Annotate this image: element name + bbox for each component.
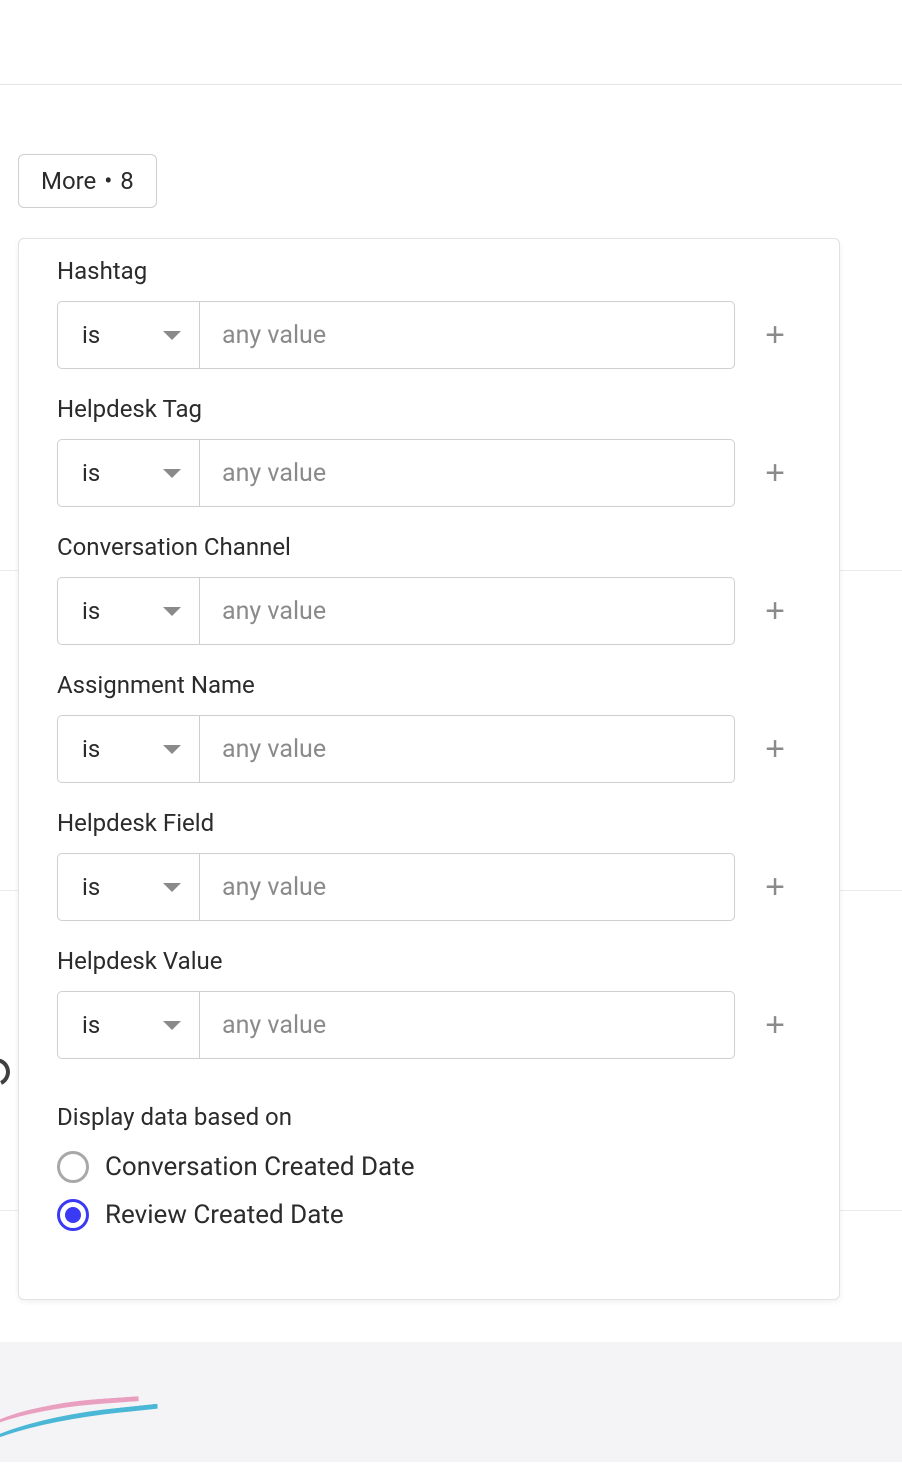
add-filter-button[interactable]: + [749,577,801,645]
chart-line-pink [0,1396,141,1444]
more-filters-button[interactable]: More • 8 [18,154,157,208]
filters-dropdown-panel: Hashtag is + Helpdesk Tag is + C [18,238,840,1300]
operator-select[interactable]: is [57,301,199,369]
operator-text: is [82,459,100,487]
filter-group-helpdesk-value: Helpdesk Value is + [57,947,801,1059]
filter-label: Hashtag [57,257,801,285]
filter-label: Assignment Name [57,671,801,699]
add-filter-button[interactable]: + [749,991,801,1059]
filter-label: Helpdesk Value [57,947,801,975]
filter-row: is + [57,301,801,369]
operator-select[interactable]: is [57,577,199,645]
operator-text: is [82,321,100,349]
chevron-down-icon [163,745,181,754]
more-label: More [41,167,96,195]
filter-row: is + [57,991,801,1059]
operator-select[interactable]: is [57,715,199,783]
chevron-down-icon [163,1021,181,1030]
radio-option-review-created-date[interactable]: Review Created Date [57,1199,801,1231]
operator-text: is [82,735,100,763]
chevron-down-icon [163,607,181,616]
chevron-down-icon [163,883,181,892]
filter-row: is + [57,439,801,507]
filter-label: Helpdesk Field [57,809,801,837]
radio-selected-dot-icon [65,1207,81,1223]
filter-value-input[interactable] [199,439,735,507]
plus-icon: + [765,1008,785,1042]
filter-row: is + [57,577,801,645]
add-filter-button[interactable]: + [749,439,801,507]
plus-icon: + [765,594,785,628]
radio-label: Review Created Date [105,1200,344,1230]
filter-value-input[interactable] [199,577,735,645]
top-divider [0,84,902,85]
plus-icon: + [765,456,785,490]
filter-group-hashtag: Hashtag is + [57,257,801,369]
operator-select[interactable]: is [57,853,199,921]
filter-row: is + [57,715,801,783]
radio-icon [57,1151,89,1183]
filter-value-input[interactable] [199,301,735,369]
filter-label: Helpdesk Tag [57,395,801,423]
chart-background [0,1342,902,1462]
plus-icon: + [765,732,785,766]
filter-group-helpdesk-tag: Helpdesk Tag is + [57,395,801,507]
filter-group-assignment-name: Assignment Name is + [57,671,801,783]
plus-icon: + [765,318,785,352]
more-separator: • [104,167,112,195]
operator-text: is [82,873,100,901]
display-data-based-on-section: Display data based on Conversation Creat… [57,1103,801,1231]
radio-icon [57,1199,89,1231]
chart-line-blue [0,1404,162,1464]
filter-value-input[interactable] [199,853,735,921]
operator-select[interactable]: is [57,991,199,1059]
operator-text: is [82,1011,100,1039]
add-filter-button[interactable]: + [749,301,801,369]
filter-row: is + [57,853,801,921]
radio-section-label: Display data based on [57,1103,801,1131]
filter-value-input[interactable] [199,715,735,783]
plus-icon: + [765,870,785,904]
add-filter-button[interactable]: + [749,715,801,783]
spinner-fragment-icon [0,1054,14,1090]
operator-select[interactable]: is [57,439,199,507]
add-filter-button[interactable]: + [749,853,801,921]
radio-label: Conversation Created Date [105,1152,415,1182]
filter-group-conversation-channel: Conversation Channel is + [57,533,801,645]
radio-option-conversation-created-date[interactable]: Conversation Created Date [57,1151,801,1183]
filter-value-input[interactable] [199,991,735,1059]
operator-text: is [82,597,100,625]
more-count: 8 [120,167,134,195]
filter-label: Conversation Channel [57,533,801,561]
chevron-down-icon [163,469,181,478]
chevron-down-icon [163,331,181,340]
filter-group-helpdesk-field: Helpdesk Field is + [57,809,801,921]
